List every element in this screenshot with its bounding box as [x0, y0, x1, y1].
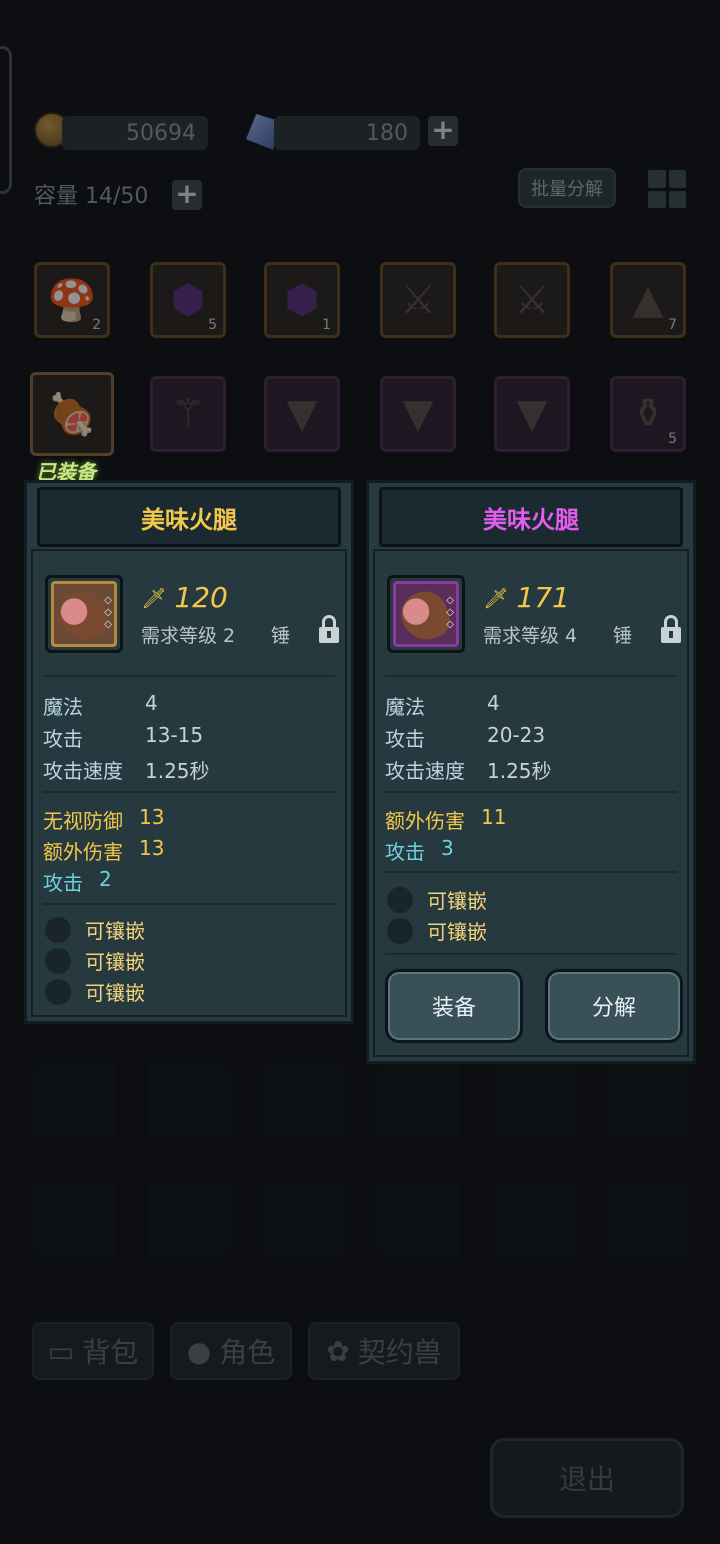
- socket-diamonds-icon: ◇ ◇ ◇: [104, 595, 112, 630]
- inventory-slot[interactable]: ⚚: [150, 376, 226, 452]
- inventory-slot[interactable]: ⬢ 1: [264, 262, 340, 338]
- nav-tab-pet[interactable]: ✿ 契约兽: [308, 1322, 460, 1380]
- decompose-button[interactable]: 分解: [545, 969, 683, 1043]
- stat-row: 攻击 20-23: [385, 723, 546, 751]
- sword-icon: ⚔: [400, 277, 436, 323]
- exit-button[interactable]: 退出: [490, 1438, 684, 1518]
- empty-slot[interactable]: [262, 1064, 344, 1140]
- item-name-header: 美味火腿: [37, 487, 341, 547]
- item-name: 美味火腿: [141, 505, 237, 534]
- socket-icon: [387, 886, 413, 913]
- divider: [385, 953, 677, 955]
- sword-power-icon: 🗡: [483, 585, 509, 610]
- batch-decompose-button[interactable]: 批量分解: [518, 168, 616, 208]
- empty-slot[interactable]: [148, 1180, 230, 1256]
- armor-icon: ▼: [402, 391, 434, 437]
- inventory-slot[interactable]: ▼: [494, 376, 570, 452]
- divider: [385, 871, 677, 873]
- lock-icon[interactable]: [319, 615, 339, 643]
- item-icon-frame: ◇ ◇ ◇: [387, 575, 465, 653]
- empty-slot[interactable]: [378, 1180, 460, 1256]
- bag-icon: ▭: [47, 1334, 75, 1368]
- item-icon-frame: ◇ ◇ ◇: [45, 575, 123, 653]
- inventory-slot[interactable]: ⚱ 5: [610, 376, 686, 452]
- empty-slot[interactable]: [378, 1064, 460, 1140]
- divider: [385, 675, 677, 677]
- grid-view-icon[interactable]: [648, 170, 686, 208]
- bonus-row: 无视防御 13: [43, 805, 165, 833]
- required-level: 需求等级 4: [483, 625, 578, 647]
- staff-icon: ⚚: [170, 391, 206, 437]
- equipped-item-panel: 美味火腿 ◇ ◇ ◇ 🗡 120 需求等级 2 锤 魔法 4 攻击 13-15 攻击速度 1…: [24, 480, 354, 1024]
- empty-slot[interactable]: [608, 1180, 690, 1256]
- sword-power-icon: 🗡: [141, 585, 167, 610]
- socket-icon: [45, 916, 71, 943]
- required-level: 需求等级 2: [141, 625, 236, 647]
- ham-icon: 🍖: [47, 391, 97, 438]
- bonus-row: 攻击 3: [385, 836, 454, 864]
- socket-row: 可镶嵌: [45, 977, 145, 1006]
- inventory-slot[interactable]: ⚔: [494, 262, 570, 338]
- socket-icon: [387, 917, 413, 944]
- inventory-slot[interactable]: ⬢ 5: [150, 262, 226, 338]
- character-icon: ●: [186, 1334, 212, 1368]
- stat-row: 攻击 13-15: [43, 723, 204, 751]
- divider: [43, 791, 335, 793]
- armor-icon: ▼: [286, 391, 318, 437]
- stat-row: 攻击速度 1.25秒: [385, 759, 552, 783]
- item-detail-body: ◇ ◇ ◇ 🗡 171 需求等级 4 锤 魔法 4 攻击 20-23 攻击速度 1.25秒 …: [373, 549, 689, 1057]
- sword-icon: ⚔: [514, 277, 550, 323]
- bonus-row: 额外伤害 13: [43, 836, 165, 864]
- gold-amount: 50694: [62, 116, 208, 150]
- inventory-slot[interactable]: ▲ 7: [610, 262, 686, 338]
- power-value: 🗡 120: [141, 581, 228, 614]
- stat-row: 魔法 4: [385, 691, 500, 719]
- weapon-type: 锤: [613, 625, 633, 647]
- bonus-row: 攻击 2: [43, 867, 112, 895]
- nav-tab-character[interactable]: ● 角色: [170, 1322, 292, 1380]
- lock-icon[interactable]: [661, 615, 681, 643]
- item-name: 美味火腿: [483, 505, 579, 534]
- nav-tab-bag[interactable]: ▭ 背包: [32, 1322, 154, 1380]
- empty-slot[interactable]: [494, 1180, 576, 1256]
- socket-icon: [45, 978, 71, 1005]
- inventory-slot[interactable]: 🍄 2: [34, 262, 110, 338]
- stat-row: 攻击速度 1.25秒: [43, 759, 210, 783]
- socket-row: 可镶嵌: [387, 916, 487, 945]
- weapon-type: 锤: [271, 625, 291, 647]
- equip-button[interactable]: 装备: [385, 969, 523, 1043]
- cloak-icon: ▼: [516, 391, 548, 437]
- socket-icon: [45, 947, 71, 974]
- divider: [43, 903, 335, 905]
- item-detail-body: ◇ ◇ ◇ 🗡 120 需求等级 2 锤 魔法 4 攻击 13-15 攻击速度 1.25秒 …: [31, 549, 347, 1017]
- empty-slot[interactable]: [34, 1064, 116, 1140]
- capacity-label: 容量 14/50: [34, 184, 149, 209]
- empty-slot[interactable]: [148, 1064, 230, 1140]
- add-gems-button[interactable]: +: [428, 116, 458, 146]
- socket-diamonds-icon: ◇ ◇ ◇: [446, 595, 454, 630]
- item-name-header: 美味火腿: [379, 487, 683, 547]
- divider: [43, 675, 335, 677]
- side-tab[interactable]: [0, 46, 12, 194]
- bonus-row: 额外伤害 11: [385, 805, 507, 833]
- power-value: 🗡 171: [483, 581, 570, 614]
- gem-amount: 180: [274, 116, 420, 150]
- empty-slot[interactable]: [494, 1064, 576, 1140]
- inventory-slot-equipped[interactable]: 🍖: [30, 372, 114, 456]
- empty-slot[interactable]: [262, 1180, 344, 1256]
- inventory-slot[interactable]: ⚔: [380, 262, 456, 338]
- empty-slot[interactable]: [608, 1064, 690, 1140]
- stat-row: 魔法 4: [43, 691, 158, 719]
- empty-slot[interactable]: [34, 1180, 116, 1256]
- inventory-slot[interactable]: ▼: [380, 376, 456, 452]
- inventory-slot[interactable]: ▼: [264, 376, 340, 452]
- paw-icon: ✿: [326, 1334, 350, 1368]
- socket-row: 可镶嵌: [387, 885, 487, 914]
- socket-row: 可镶嵌: [45, 915, 145, 944]
- socket-row: 可镶嵌: [45, 946, 145, 975]
- selected-item-panel: 美味火腿 ◇ ◇ ◇ 🗡 171 需求等级 4 锤 魔法 4 攻击 20-23 攻击速度 1…: [366, 480, 696, 1064]
- divider: [385, 791, 677, 793]
- expand-capacity-button[interactable]: +: [172, 180, 202, 210]
